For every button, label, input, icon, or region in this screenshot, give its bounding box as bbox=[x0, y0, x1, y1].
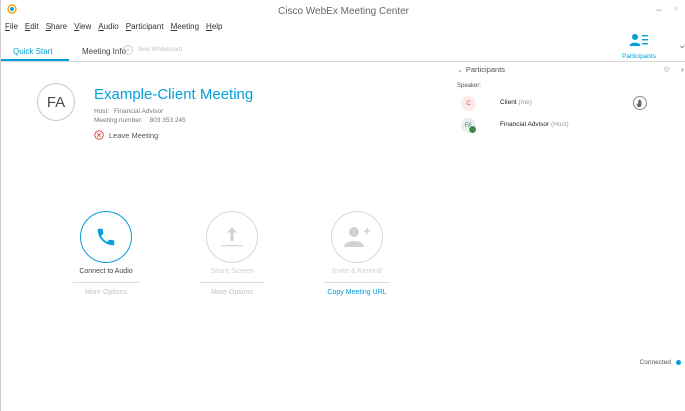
participants-panel-title[interactable]: ⌄ Participants bbox=[457, 65, 505, 74]
share-upload-icon bbox=[221, 227, 243, 247]
participant-name: Client (me) bbox=[500, 99, 532, 106]
gear-icon[interactable]: ⚙ bbox=[663, 65, 670, 74]
menu-audio[interactable]: Audio bbox=[98, 22, 118, 36]
menu-view[interactable]: View bbox=[74, 22, 91, 36]
phone-icon bbox=[97, 228, 115, 246]
host-label: Host: bbox=[94, 108, 110, 115]
status-dot-icon bbox=[676, 360, 681, 365]
meeting-number-line: Meeting number: 803 353 245 bbox=[94, 117, 186, 124]
leave-meeting-button[interactable]: Leave Meeting bbox=[94, 130, 158, 140]
window-title: Cisco WebEx Meeting Center bbox=[278, 6, 409, 17]
tab-meeting-info[interactable]: Meeting Info bbox=[82, 47, 126, 56]
meeting-number: 803 353 245 bbox=[149, 117, 186, 124]
participant-role: (me) bbox=[518, 99, 532, 106]
menu-help[interactable]: Help bbox=[206, 22, 222, 36]
audio-divider bbox=[73, 282, 139, 283]
raise-hand-icon[interactable] bbox=[633, 96, 647, 110]
new-whiteboard-label: New Whiteboard bbox=[138, 47, 183, 53]
menu-bar: File Edit Share View Audio Participant M… bbox=[1, 22, 226, 36]
menu-meeting[interactable]: Meeting bbox=[171, 22, 199, 36]
participant-role: (Host) bbox=[550, 121, 569, 128]
share-screen-label: Share Screen bbox=[210, 268, 254, 275]
participant-row[interactable]: FA Financial Advisor (Host) bbox=[461, 118, 661, 134]
participant-row[interactable]: C Client (me) bbox=[461, 96, 661, 112]
invite-remind-action[interactable] bbox=[327, 211, 387, 263]
host-name: Financial Advisor bbox=[113, 108, 164, 115]
participants-panel-header: ⌄ Participants ⚙ › bbox=[457, 65, 685, 77]
copy-meeting-url-link[interactable]: Copy Meeting URL bbox=[317, 289, 397, 296]
leave-meeting-label: Leave Meeting bbox=[109, 130, 159, 140]
menu-share[interactable]: Share bbox=[46, 22, 67, 36]
tab-new-whiteboard[interactable]: + New Whiteboard bbox=[123, 45, 182, 55]
share-screen-button[interactable] bbox=[206, 211, 258, 263]
speaker-label: Speaker: bbox=[457, 83, 482, 89]
share-screen-action[interactable] bbox=[202, 211, 262, 263]
invite-divider bbox=[324, 282, 390, 283]
host-avatar: FA bbox=[37, 83, 75, 121]
connection-status: Connected bbox=[640, 359, 681, 366]
maximize-button[interactable]: ▫ bbox=[674, 4, 678, 15]
menu-participant[interactable]: Participant bbox=[126, 22, 164, 36]
active-tab-indicator bbox=[1, 59, 69, 61]
tab-quick-start[interactable]: Quick Start bbox=[13, 47, 53, 56]
connection-status-text: Connected bbox=[639, 359, 671, 366]
minimize-button[interactable]: – bbox=[656, 4, 662, 16]
participant-avatar: C bbox=[461, 96, 476, 111]
add-person-icon bbox=[344, 227, 370, 247]
panel-close-icon[interactable]: › bbox=[681, 65, 684, 74]
tab-bar: Quick Start Meeting Info + New Whiteboar… bbox=[1, 42, 685, 62]
menu-edit[interactable]: Edit bbox=[25, 22, 39, 36]
share-more-options[interactable]: More Options bbox=[197, 289, 267, 296]
connect-audio-action[interactable] bbox=[76, 211, 136, 263]
menu-file[interactable]: File bbox=[5, 22, 18, 36]
share-divider bbox=[199, 282, 265, 283]
host-badge-icon bbox=[468, 125, 477, 134]
add-icon: + bbox=[123, 45, 133, 55]
meeting-number-label: Meeting number: bbox=[94, 117, 143, 124]
participant-name: Financial Advisor (Host) bbox=[500, 121, 569, 128]
meeting-title: Example-Client Meeting bbox=[94, 86, 254, 103]
audio-more-options[interactable]: More Options bbox=[71, 289, 141, 296]
title-bar: Cisco WebEx Meeting Center – ▫ bbox=[1, 0, 685, 22]
webex-window: Cisco WebEx Meeting Center – ▫ File Edit… bbox=[0, 0, 685, 411]
leave-x-circle-icon bbox=[94, 130, 104, 140]
invite-remind-label: Invite & Remind bbox=[332, 268, 382, 275]
connect-audio-button[interactable] bbox=[80, 211, 132, 263]
connect-audio-label: Connect to Audio bbox=[79, 268, 133, 275]
collapse-chevron-icon: ⌄ bbox=[457, 67, 463, 74]
host-line: Host: Financial Advisor bbox=[94, 108, 163, 115]
invite-remind-button[interactable] bbox=[331, 211, 383, 263]
